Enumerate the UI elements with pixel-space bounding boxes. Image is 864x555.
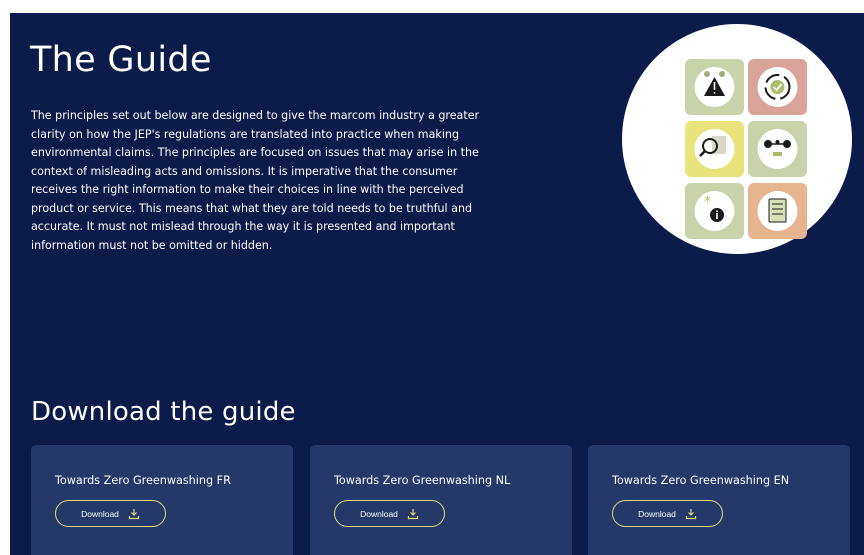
download-button-label: Download: [360, 508, 398, 519]
checklist-icon: [748, 183, 807, 239]
download-button-fr[interactable]: Download: [55, 500, 166, 527]
download-button-nl[interactable]: Download: [334, 500, 445, 527]
warning-icon: [685, 59, 744, 115]
download-icon: [407, 508, 419, 520]
download-card-en: Towards Zero Greenwashing EN Download: [588, 445, 850, 555]
download-icon: [128, 508, 140, 520]
intro-paragraph: The principles set out below are designe…: [31, 109, 480, 252]
download-card-nl: Towards Zero Greenwashing NL Download: [310, 445, 572, 555]
card-title: Towards Zero Greenwashing FR: [55, 474, 231, 487]
download-icon: [685, 508, 697, 520]
balance-scale-icon: [748, 121, 807, 177]
magnifier-icon: [685, 121, 744, 177]
download-heading: Download the guide: [31, 397, 296, 427]
download-button-en[interactable]: Download: [612, 500, 723, 527]
guide-illustration: *: [622, 24, 852, 254]
info-asterisk-icon: *: [685, 183, 744, 239]
guide-section: The Guide The principles set out below a…: [10, 13, 864, 555]
svg-text:*: *: [704, 194, 711, 210]
cycle-check-icon: [748, 59, 807, 115]
card-title: Towards Zero Greenwashing EN: [612, 474, 790, 487]
download-card-fr: Towards Zero Greenwashing FR Download: [31, 445, 293, 555]
page-title: The Guide: [30, 40, 212, 80]
download-button-label: Download: [81, 508, 119, 519]
download-button-label: Download: [638, 508, 676, 519]
card-title: Towards Zero Greenwashing NL: [334, 474, 511, 487]
